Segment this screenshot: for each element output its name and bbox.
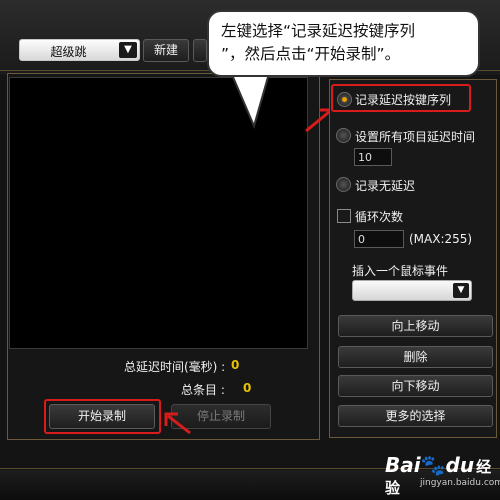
chevron-down-icon[interactable]: ▼ [453,283,469,298]
insert-mouse-event-label: 插入一个鼠标事件 [352,264,449,278]
option-set-all-delay-label[interactable]: 设置所有项目延迟时间 [355,128,475,145]
delete-button[interactable]: 删除 [338,346,493,368]
toolbar-button-partial[interactable] [193,39,207,62]
macro-select[interactable]: 超级跳 ▼ [19,39,140,61]
callout-line-2: ”，然后点击“开始录制”。 [221,45,401,63]
total-items-label: 总条目 : [181,383,225,397]
loop-label[interactable]: 循环次数 [355,208,403,225]
loop-checkbox[interactable] [337,209,351,223]
baidu-jingyan-logo: Bai🐾du 经验 jingyan.baidu.com [385,453,500,498]
instruction-callout: 左键选择“记录延迟按键序列 ”，然后点击“开始录制”。 [207,10,480,77]
radio-set-all-delay[interactable] [336,128,351,143]
total-items-value: 0 [243,381,252,395]
macro-select-value: 超级跳 [50,45,87,59]
start-record-button[interactable]: 开始录制 [49,404,155,429]
option-no-delay-label[interactable]: 记录无延迟 [355,177,415,194]
new-button[interactable]: 新建 [143,39,189,62]
radio-record-delay[interactable] [337,92,352,107]
total-delay-value: 0 [231,358,240,372]
set-all-delay-input[interactable]: 10 [354,148,392,166]
move-down-button[interactable]: 向下移动 [338,375,493,397]
callout-tail [228,70,272,129]
move-up-button[interactable]: 向上移动 [338,315,493,337]
loop-max-label: (MAX:255) [409,232,473,246]
loop-count-input[interactable]: 0 [354,230,404,248]
chevron-down-icon[interactable]: ▼ [119,42,137,58]
mouse-event-select[interactable]: ▼ [352,280,472,301]
logo-du: du [445,453,475,477]
more-options-button[interactable]: 更多的选择 [338,405,493,427]
watermark-url: jingyan.baidu.com [420,478,500,488]
total-delay-label: 总延迟时间(毫秒) : [124,360,226,374]
callout-line-1: 左键选择“记录延迟按键序列 [221,22,416,40]
option-record-delay-label[interactable]: 记录延迟按键序列 [355,91,451,108]
logo-bai: Bai [385,453,421,477]
baidu-paw-icon: 🐾 [420,453,446,477]
radio-no-delay[interactable] [336,177,351,192]
arrow-to-start-icon [164,412,191,435]
